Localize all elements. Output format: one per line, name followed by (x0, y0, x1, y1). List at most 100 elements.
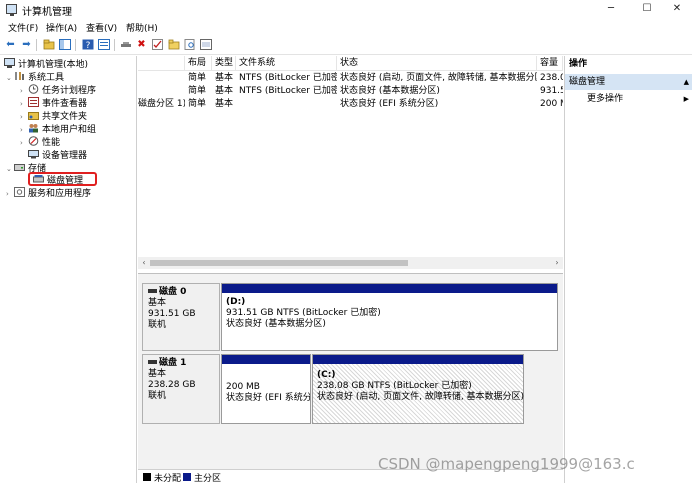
partition-d[interactable]: (D:) 931.51 GB NTFS (BitLocker 已加密) 状态良好… (221, 283, 558, 351)
disk-0-label[interactable]: 磁盘 0 基本 931.51 GB 联机 (142, 283, 220, 351)
column-status[interactable]: 状态 (337, 56, 537, 71)
cell-filesystem (236, 98, 337, 111)
tree-item-performance[interactable]: › 性能 (20, 136, 60, 148)
cell-status: 状态良好 (EFI 系统分区) (340, 99, 439, 109)
more-actions-item[interactable]: 更多操作 ▶ (565, 92, 692, 106)
shared-folder-icon (28, 110, 39, 120)
disk-1-label[interactable]: 磁盘 1 基本 238.28 GB 联机 (142, 354, 220, 424)
disk-0-name: 磁盘 0 (159, 287, 187, 297)
show-hide-tree-icon[interactable] (58, 39, 71, 51)
collapse-chevron-icon[interactable]: ⌄ (6, 163, 14, 175)
actions-section-disk-management[interactable]: 磁盘管理 ▲ (565, 74, 692, 90)
partition-efi[interactable]: 200 MB 状态良好 (EFI 系统分[ (221, 354, 311, 424)
tree-label-task-scheduler: 任务计划程序 (42, 86, 97, 96)
users-icon (28, 123, 39, 133)
cell-status: 状态良好 (基本数据分区) (340, 86, 440, 96)
properties-icon[interactable] (97, 39, 110, 51)
cell-capacity: 931.5 (540, 86, 563, 96)
back-arrow-icon[interactable]: ⬅ (4, 39, 17, 51)
minimize-button[interactable]: ─ (596, 0, 626, 19)
tree-item-task-scheduler[interactable]: › 任务计划程序 (20, 84, 96, 96)
menu-bar: 文件(F) 操作(A) 查看(V) 帮助(H) (0, 19, 692, 35)
partition-c-label: (C:) (317, 370, 336, 380)
services-icon (14, 187, 25, 197)
maximize-button[interactable]: ☐ (632, 0, 662, 19)
column-layout[interactable]: 布局 (185, 56, 212, 71)
help-icon[interactable]: ? (81, 39, 94, 51)
connect-icon[interactable] (119, 39, 132, 51)
toolbar-separator (36, 39, 37, 51)
expand-chevron-icon[interactable]: › (20, 137, 28, 149)
partition-efi-detail: 200 MB (226, 382, 260, 392)
cell-filesystem: NTFS (BitLocker 已加密) (239, 86, 337, 96)
search-document-icon[interactable] (183, 39, 196, 51)
expand-chevron-icon[interactable]: › (20, 85, 28, 97)
disk-graph-view: 磁盘 0 基本 931.51 GB 联机 (D:) 931.51 GB NTFS… (138, 273, 563, 483)
primary-partition-bar (222, 355, 310, 364)
delete-icon[interactable]: ✖ (135, 39, 148, 51)
menu-view[interactable]: 查看(V) (86, 21, 117, 34)
column-type[interactable]: 类型 (212, 56, 236, 71)
actions-pane: 操作 磁盘管理 ▲ 更多操作 ▶ (564, 56, 692, 483)
scroll-left-icon[interactable]: ‹ (138, 257, 150, 269)
tree-item-shared-folders[interactable]: › 共享文件夹 (20, 110, 87, 122)
disk-icon (148, 360, 157, 364)
tree-item-local-users[interactable]: › 本地用户和组 (20, 123, 96, 135)
expand-chevron-icon[interactable]: › (6, 188, 14, 200)
disk-0-type: 基本 (148, 298, 167, 308)
tree-label-system-tools: 系统工具 (28, 73, 65, 83)
column-filesystem[interactable]: 文件系统 (236, 56, 337, 71)
forward-arrow-icon[interactable]: ➡ (20, 39, 33, 51)
scrollbar-thumb[interactable] (150, 260, 408, 266)
menu-help[interactable]: 帮助(H) (126, 21, 158, 34)
tree-item-root[interactable]: 计算机管理(本地) (4, 58, 88, 70)
menu-action[interactable]: 操作(A) (46, 21, 77, 34)
partition-d-detail: 931.51 GB NTFS (BitLocker 已加密) (226, 308, 381, 318)
clock-icon (28, 84, 39, 94)
toolbar: ⬅ ➡ ? ✖ (0, 35, 692, 55)
table-row[interactable]: 磁盘分区 1) 简单 基本 状态良好 (EFI 系统分区) 200 M (138, 98, 563, 111)
tree-item-system-tools[interactable]: ⌄ 系统工具 (6, 71, 64, 83)
tree-label-root: 计算机管理(本地) (18, 60, 89, 70)
column-capacity[interactable]: 容量 (537, 56, 563, 71)
disk-1-name: 磁盘 1 (159, 358, 187, 368)
actions-section-label: 磁盘管理 (569, 77, 606, 87)
checklist-icon[interactable] (151, 39, 164, 51)
collapse-up-icon[interactable]: ▲ (684, 74, 689, 90)
navigation-tree: 计算机管理(本地) ⌄ 系统工具 › 任务计划程序 › 事件查看器 › 共享文件夹 › 本… (0, 56, 137, 483)
close-button[interactable]: ✕ (662, 0, 692, 19)
tree-item-services[interactable]: › 服务和应用程序 (6, 187, 91, 199)
scroll-right-icon[interactable]: › (551, 257, 563, 269)
tree-label-services: 服务和应用程序 (28, 189, 92, 199)
title-bar: 计算机管理 ─ ☐ ✕ (0, 0, 692, 19)
column-volume[interactable] (138, 56, 185, 71)
volume-list: 布局 类型 文件系统 状态 容量 简单 基本 NTFS (BitLocker 已… (138, 56, 563, 270)
expand-chevron-icon[interactable]: › (20, 111, 28, 123)
storage-icon (14, 162, 25, 172)
up-folder-icon[interactable] (42, 39, 55, 51)
tree-item-event-viewer[interactable]: › 事件查看器 (20, 97, 87, 109)
table-row[interactable]: 简单 基本 NTFS (BitLocker 已加密) 状态良好 (基本数据分区)… (138, 85, 563, 98)
open-folder-icon[interactable] (167, 39, 180, 51)
cell-type: 基本 (215, 86, 234, 96)
table-row[interactable]: 简单 基本 NTFS (BitLocker 已加密) 状态良好 (启动, 页面文… (138, 72, 563, 85)
console-view-icon[interactable] (199, 39, 212, 51)
partition-d-status: 状态良好 (基本数据分区) (226, 319, 326, 329)
menu-file[interactable]: 文件(F) (8, 21, 38, 34)
watermark: CSDN @mapengpeng1999@163.c (378, 455, 635, 473)
partition-d-label: (D:) (226, 297, 246, 307)
cell-type: 基本 (215, 99, 234, 109)
horizontal-scrollbar[interactable]: ‹ › (138, 257, 563, 269)
cell-status: 状态良好 (启动, 页面文件, 故障转储, 基本数据分区) (340, 73, 537, 83)
tree-item-device-manager[interactable]: 设备管理器 (28, 149, 87, 161)
collapse-chevron-icon[interactable]: ⌄ (6, 72, 14, 84)
cell-layout: 简单 (188, 73, 207, 83)
event-log-icon (28, 97, 39, 107)
partition-efi-status: 状态良好 (EFI 系统分[ (226, 393, 310, 403)
cell-volume (138, 85, 185, 98)
primary-partition-bar (313, 355, 523, 364)
partition-c[interactable]: (C:) 238.08 GB NTFS (BitLocker 已加密) 状态良好… (312, 354, 524, 424)
disk-1-size: 238.28 GB (148, 380, 196, 390)
expand-chevron-icon[interactable]: › (20, 124, 28, 136)
expand-chevron-icon[interactable]: › (20, 98, 28, 110)
